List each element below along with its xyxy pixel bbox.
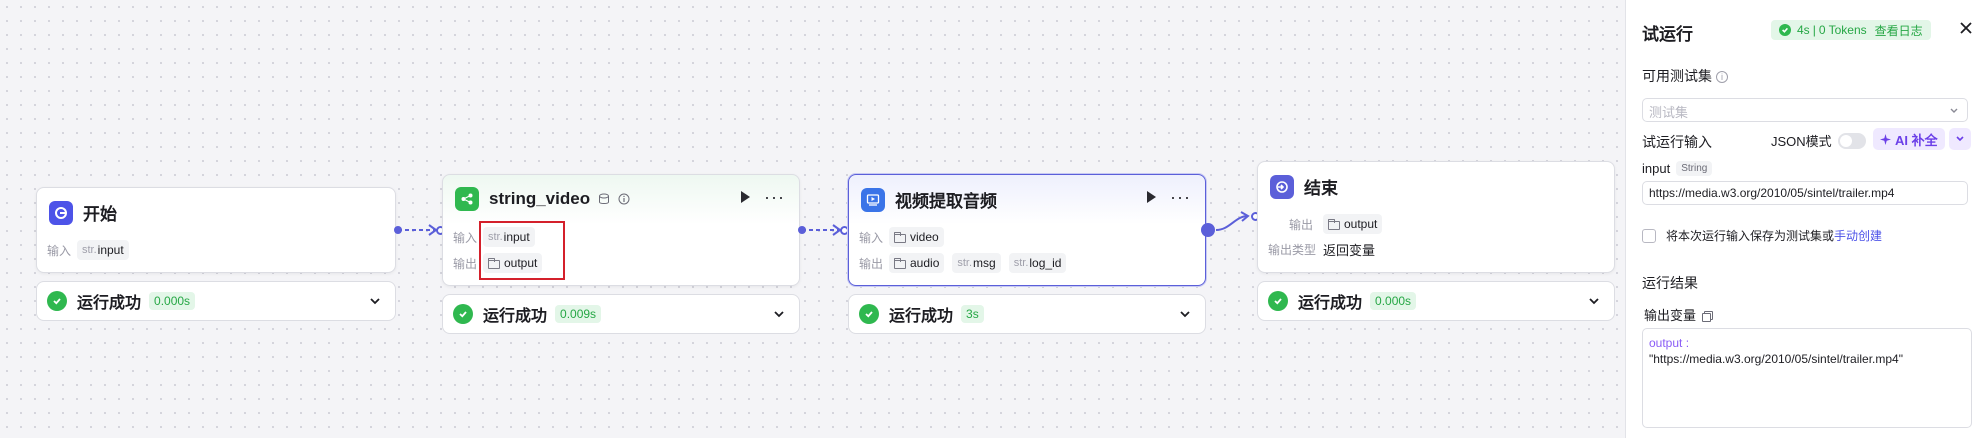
json-mode-label: JSON模式	[1771, 134, 1832, 149]
output-type-label: 输出类型	[1268, 243, 1317, 257]
ai-complete-button[interactable]: AI 补全	[1873, 128, 1945, 150]
input-field-label: input	[1642, 161, 1671, 176]
test-set-label: 可用测试集	[1642, 68, 1712, 84]
json-mode-toggle[interactable]	[1837, 132, 1866, 149]
status-text: 运行成功	[77, 295, 142, 312]
node-title: string_video	[489, 189, 591, 208]
more-icon[interactable]: ···	[764, 188, 785, 206]
save-text: 将本次运行输入保存为测试集或	[1666, 229, 1835, 243]
play-icon[interactable]	[1147, 191, 1157, 203]
input-label: 输入	[47, 243, 72, 258]
run-tokens: 0 Tokens	[1818, 23, 1867, 37]
output-label: 输出	[859, 256, 884, 271]
select-placeholder: 测试集	[1649, 105, 1689, 120]
output-key: output :	[1649, 336, 1690, 350]
run-summary-badge: 4s | 0 Tokens 查看日志	[1771, 20, 1931, 40]
status-bar[interactable]: 运行成功 0.000s	[1257, 281, 1615, 321]
param-tag: str. log_id	[1008, 253, 1067, 273]
status-text: 运行成功	[889, 308, 954, 325]
end-icon	[1270, 174, 1294, 199]
copy-icon[interactable]	[1702, 311, 1714, 322]
output-label: 输出	[1288, 217, 1313, 232]
video-icon	[861, 187, 885, 212]
time-badge: 0.000s	[1370, 292, 1417, 310]
input-label: 输入	[859, 230, 884, 245]
node-title: 视频提取音频	[895, 192, 997, 211]
param-tag: output	[1323, 214, 1383, 234]
info-icon[interactable]: i	[1716, 71, 1728, 83]
start-icon	[49, 200, 73, 225]
output-port[interactable]	[1201, 223, 1215, 237]
output-port[interactable]	[394, 226, 402, 234]
folder-icon	[1328, 218, 1340, 230]
time-badge: 0.000s	[149, 292, 196, 310]
chevron-down-icon[interactable]	[773, 308, 785, 320]
input-field[interactable]: https://media.w3.org/2010/05/sintel/trai…	[1642, 181, 1968, 205]
param-tag: audio	[889, 253, 945, 273]
view-log-link[interactable]: 查看日志	[1875, 22, 1923, 39]
run-input-label: 试运行输入	[1642, 134, 1712, 150]
manual-create-link[interactable]: 手动创建	[1834, 227, 1882, 244]
param-tag: video	[889, 227, 944, 247]
success-check-icon	[47, 291, 67, 311]
status-text: 运行成功	[1298, 295, 1363, 312]
run-duration: 4s	[1797, 23, 1810, 37]
output-type-value: 返回变量	[1323, 243, 1376, 258]
extract-audio-node[interactable]: 视频提取音频 ··· 输入 video 输出 audio str. msg str…	[848, 174, 1206, 286]
output-value: "https://media.w3.org/2010/05/sintel/tra…	[1649, 352, 1903, 366]
panel-title: 试运行	[1642, 25, 1693, 44]
json-mode-control: JSON模式	[1771, 131, 1866, 150]
status-bar[interactable]: 运行成功 0.000s	[36, 281, 396, 321]
status-text: 运行成功	[483, 308, 548, 325]
success-check-icon	[859, 304, 879, 324]
input-field-label-wrap: input String	[1642, 161, 1713, 176]
success-check-icon	[453, 304, 473, 324]
chevron-down-icon[interactable]	[369, 295, 381, 307]
success-check-icon	[1268, 291, 1288, 311]
time-badge: 3s	[961, 305, 984, 323]
status-bar[interactable]: 运行成功 0.009s	[442, 294, 800, 334]
folder-icon	[894, 257, 906, 269]
chevron-down-icon	[1956, 136, 1964, 142]
test-set-label-wrap: 可用测试集 i	[1642, 66, 1728, 86]
folder-icon	[894, 231, 906, 243]
database-icon	[599, 193, 610, 204]
param-tag: str. input	[77, 240, 129, 260]
chevron-down-icon[interactable]	[1179, 308, 1191, 320]
ai-dropdown-button[interactable]	[1949, 128, 1971, 150]
more-icon[interactable]: ···	[1170, 188, 1191, 206]
output-box: output : "https://media.w3.org/2010/05/s…	[1642, 328, 1972, 428]
status-bar[interactable]: 运行成功 3s	[848, 294, 1206, 334]
success-check-icon	[1779, 24, 1791, 36]
workflow-canvas[interactable]: 开始 输入 str. input 运行成功 0.000s string_video…	[0, 0, 1625, 438]
type-badge: String	[1676, 161, 1713, 176]
output-var-label-wrap: 输出变量	[1644, 305, 1714, 324]
node-title: 结束	[1304, 179, 1338, 198]
output-port[interactable]	[798, 226, 806, 234]
chevron-down-icon	[1950, 108, 1958, 113]
info-icon[interactable]	[618, 193, 630, 205]
test-run-panel: 试运行 4s | 0 Tokens 查看日志 可用测试集 i 测试集 试运行输入 …	[1625, 0, 1987, 438]
chevron-down-icon[interactable]	[1588, 295, 1600, 307]
node-title: 开始	[83, 205, 117, 224]
plugin-icon	[455, 187, 479, 211]
play-icon[interactable]	[741, 191, 751, 203]
highlight-box	[479, 221, 565, 280]
start-node[interactable]: 开始 输入 str. input	[36, 187, 396, 273]
save-checkbox[interactable]	[1642, 228, 1656, 243]
close-icon[interactable]	[1959, 21, 1973, 35]
output-var-label: 输出变量	[1644, 308, 1697, 323]
save-test-set-row: 将本次运行输入保存为测试集或 手动创建	[1642, 227, 1882, 244]
test-set-select[interactable]: 测试集	[1642, 98, 1968, 122]
result-label: 运行结果	[1642, 275, 1698, 291]
sparkle-icon	[1880, 133, 1891, 145]
end-node[interactable]: 结束 输出 output 输出类型 返回变量	[1257, 161, 1615, 273]
param-tag: str. msg	[952, 253, 1001, 273]
time-badge: 0.009s	[555, 305, 602, 323]
